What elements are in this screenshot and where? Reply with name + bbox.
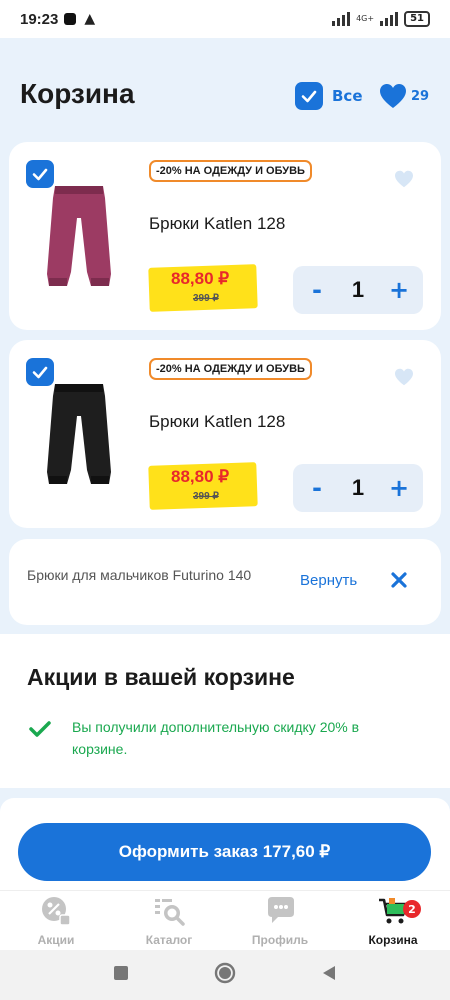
select-all-checkbox[interactable] bbox=[295, 82, 323, 110]
check-icon bbox=[301, 90, 317, 103]
product-image-pants[interactable] bbox=[39, 380, 119, 490]
favorites-count[interactable]: 29 bbox=[411, 89, 429, 104]
tab-label: Корзина bbox=[368, 933, 418, 947]
product-name[interactable]: Брюки Katlen 128 bbox=[149, 214, 285, 234]
bottom-tab-bar: Акции Каталог Профиль 2 Корзина bbox=[0, 890, 450, 950]
home-icon[interactable] bbox=[214, 962, 236, 988]
notification-icon bbox=[64, 13, 77, 25]
system-nav-bar bbox=[0, 950, 450, 1000]
tab-promotions[interactable]: Акции bbox=[11, 895, 101, 947]
favorite-heart-icon[interactable] bbox=[394, 368, 414, 390]
decrease-button[interactable]: - bbox=[305, 276, 329, 304]
catalog-search-icon bbox=[155, 899, 185, 926]
promotions-title: Акции в вашей корзине bbox=[27, 664, 295, 690]
select-all-label[interactable]: Все bbox=[332, 87, 363, 105]
page-title: Корзина bbox=[20, 78, 135, 109]
old-price: 399 ₽ bbox=[193, 293, 219, 304]
check-icon bbox=[32, 168, 48, 181]
product-image-pants[interactable] bbox=[39, 182, 119, 292]
tab-label: Каталог bbox=[145, 933, 193, 947]
close-icon[interactable] bbox=[389, 570, 409, 594]
favorites-heart-icon[interactable] bbox=[379, 83, 407, 113]
increase-button[interactable]: + bbox=[387, 474, 411, 502]
product-name[interactable]: Брюки Katlen 128 bbox=[149, 412, 285, 432]
status-time: 19:23 bbox=[20, 10, 59, 28]
tab-profile[interactable]: Профиль bbox=[235, 895, 325, 947]
restore-button[interactable]: Вернуть bbox=[300, 572, 357, 589]
tab-label: Акции bbox=[37, 933, 75, 947]
decrease-button[interactable]: - bbox=[305, 474, 329, 502]
recents-icon[interactable] bbox=[113, 965, 129, 985]
promotion-text: Вы получили дополнительную скидку 20% в … bbox=[72, 719, 360, 757]
divider bbox=[0, 798, 450, 812]
product-price: 88,80 ₽ bbox=[171, 269, 230, 288]
quantity-stepper: - 1 + bbox=[293, 464, 423, 512]
checkout-panel: Оформить заказ 177,60 ₽ bbox=[0, 812, 450, 890]
quantity-stepper: - 1 + bbox=[293, 266, 423, 314]
checkout-button[interactable]: Оформить заказ 177,60 ₽ bbox=[18, 823, 431, 881]
old-price: 399 ₽ bbox=[193, 491, 219, 502]
signal-icon-2 bbox=[380, 12, 399, 26]
profile-chat-icon bbox=[268, 897, 294, 923]
tab-cart[interactable]: 2 Корзина bbox=[348, 895, 438, 947]
quantity-value: 1 bbox=[351, 277, 365, 302]
removed-item: Брюки для мальчиков Futurino 140 Вернуть bbox=[9, 539, 441, 625]
back-icon[interactable] bbox=[321, 965, 337, 985]
promotions-section: Акции в вашей корзине Вы получили дополн… bbox=[0, 634, 450, 788]
cart-count-badge: 2 bbox=[403, 900, 421, 918]
removed-item-name: Брюки для мальчиков Futurino 140 bbox=[27, 567, 252, 583]
tab-label: Профиль bbox=[251, 933, 309, 947]
signal-icon bbox=[332, 12, 351, 26]
cart-header: Корзина Все 29 bbox=[0, 38, 450, 138]
cart-item: -20% НА ОДЕЖДУ И ОБУВЬ Брюки Katlen 128 … bbox=[9, 340, 441, 528]
promo-badge: -20% НА ОДЕЖДУ И ОБУВЬ bbox=[149, 160, 312, 182]
status-bar: 19:23 ▲ 4G+ 51 bbox=[0, 0, 450, 38]
product-price: 88,80 ₽ bbox=[171, 467, 230, 486]
favorite-heart-icon[interactable] bbox=[394, 170, 414, 192]
promo-badge: -20% НА ОДЕЖДУ И ОБУВЬ bbox=[149, 358, 312, 380]
tab-catalog[interactable]: Каталог bbox=[124, 895, 214, 947]
increase-button[interactable]: + bbox=[387, 276, 411, 304]
cart-item: -20% НА ОДЕЖДУ И ОБУВЬ Брюки Katlen 128 … bbox=[9, 142, 441, 330]
check-icon bbox=[32, 366, 48, 379]
network-type: 4G+ bbox=[356, 14, 375, 23]
battery-icon: 51 bbox=[404, 11, 430, 27]
percent-icon bbox=[42, 897, 71, 926]
warning-icon: ▲ bbox=[84, 11, 96, 27]
quantity-value: 1 bbox=[351, 475, 365, 500]
success-check-icon bbox=[29, 720, 51, 742]
